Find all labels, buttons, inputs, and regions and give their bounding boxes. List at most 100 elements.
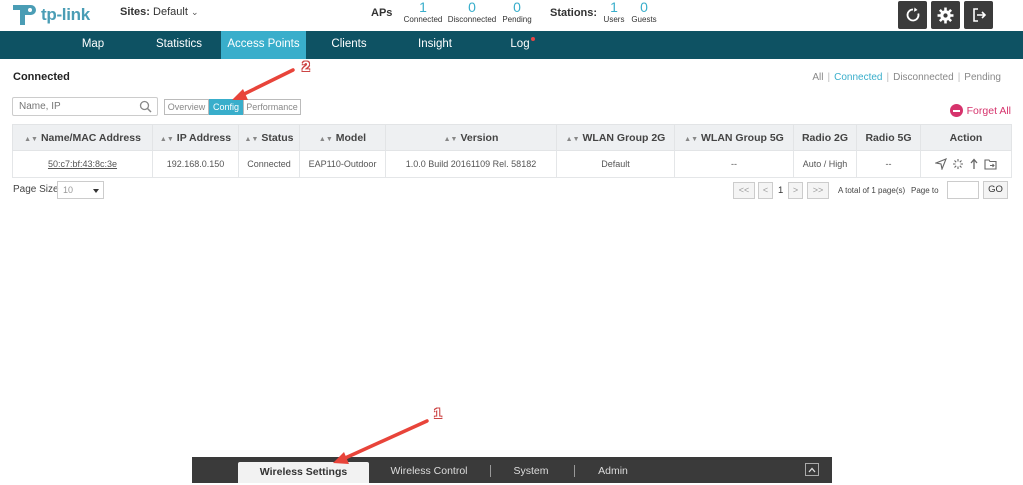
col-name-mac[interactable]: ▲▼ Name/MAC Address (12, 124, 153, 151)
col-status[interactable]: ▲▼ Status (238, 124, 300, 151)
tab-config[interactable]: Config (209, 99, 243, 115)
aps-pending-label: Pending (502, 15, 532, 24)
stations-users[interactable]: 1 Users (602, 0, 626, 25)
top-bar: tp-link Sites: Default ⌄ APs 1 Connected… (0, 0, 1023, 31)
aps-connected-count: 1 (419, 0, 427, 15)
guests-label: Guests (631, 15, 657, 24)
caret-down-icon (93, 189, 99, 193)
nav-insight[interactable]: Insight (408, 31, 462, 59)
status-filter: All | Connected | Disconnected | Pending (812, 72, 1001, 83)
search-input[interactable] (12, 97, 158, 116)
ap-radio-2g: Auto / High (793, 150, 857, 178)
page-size-label: Page Size (13, 184, 59, 195)
ap-radio-5g: -- (856, 150, 921, 178)
total-pages: A total of 1 page(s) (838, 186, 906, 195)
ap-status: Connected (238, 150, 300, 178)
refresh-icon (906, 7, 919, 22)
aps-disconnected[interactable]: 0 Disconnected (446, 0, 498, 25)
prev-page-button[interactable]: < (758, 182, 773, 199)
ap-wlan-5g: -- (674, 150, 794, 178)
sort-icon: ▲▼ (443, 135, 458, 143)
search-icon[interactable] (139, 100, 152, 113)
logout-icon (972, 8, 986, 22)
col-radio-2g: Radio 2G (793, 124, 857, 151)
tab-wireless-control[interactable]: Wireless Control (380, 457, 478, 483)
ap-version: 1.0.0 Build 20161109 Rel. 58182 (385, 150, 557, 178)
forget-all-label: Forget All (966, 104, 1011, 117)
aps-pending[interactable]: 0 Pending (500, 0, 534, 25)
ap-model: EAP110-Outdoor (299, 150, 386, 178)
table-row[interactable]: 50:c7:bf:43:8c:3e 192.168.0.150 Connecte… (12, 150, 1012, 178)
locate-icon[interactable] (935, 158, 947, 170)
col-wlan-5g[interactable]: ▲▼ WLAN Group 5G (674, 124, 794, 151)
log-notification-dot (531, 37, 535, 41)
settings-button[interactable] (931, 1, 960, 29)
stations-guests[interactable]: 0 Guests (630, 0, 658, 25)
ap-mac-link[interactable]: 50:c7:bf:43:8c:3e (48, 159, 117, 169)
sort-icon: ▲▼ (159, 135, 174, 143)
current-page: 1 (778, 185, 784, 196)
filter-connected[interactable]: Connected (834, 72, 882, 83)
annotation-arrow-2 (232, 68, 295, 100)
forget-all-button[interactable]: Forget All (949, 104, 1011, 117)
reboot-icon[interactable] (952, 158, 964, 170)
upgrade-icon[interactable] (969, 158, 979, 170)
tab-performance[interactable]: Performance (243, 99, 301, 115)
users-count: 1 (610, 0, 618, 15)
divider (490, 465, 491, 477)
next-page-button[interactable]: > (788, 182, 803, 199)
col-ip[interactable]: ▲▼ IP Address (152, 124, 239, 151)
guests-count: 0 (640, 0, 648, 15)
users-label: Users (603, 15, 625, 24)
refresh-button[interactable] (898, 1, 927, 29)
tab-wireless-settings[interactable]: Wireless Settings (238, 462, 369, 483)
nav-statistics[interactable]: Statistics (148, 31, 210, 59)
first-page-button[interactable]: << (733, 182, 755, 199)
aps-pending-count: 0 (513, 0, 521, 15)
nav-map[interactable]: Map (66, 31, 120, 59)
page-title: Connected (13, 71, 70, 83)
aps-disconnected-count: 0 (468, 0, 476, 15)
site-selector[interactable]: Sites: Default ⌄ (120, 6, 199, 18)
go-button[interactable]: GO (983, 181, 1008, 199)
tab-admin[interactable]: Admin (584, 457, 642, 483)
bottom-bar: Wireless Settings Wireless Control Syste… (192, 457, 832, 483)
brand-logo[interactable]: tp-link (11, 3, 90, 27)
page-to-input[interactable] (947, 181, 979, 199)
sort-icon: ▲▼ (24, 135, 38, 143)
access-points-table: ▲▼ Name/MAC Address ▲▼ IP Address ▲▼ Status… (12, 124, 1012, 178)
page-size-value: 10 (63, 185, 74, 195)
tab-system[interactable]: System (500, 457, 562, 483)
minus-circle-icon (949, 104, 963, 117)
filter-disconnected[interactable]: Disconnected (893, 72, 954, 83)
tab-overview[interactable]: Overview (164, 99, 209, 115)
logout-button[interactable] (964, 1, 993, 29)
ap-wlan-2g: Default (556, 150, 675, 178)
aps-connected-label: Connected (403, 15, 443, 24)
nav-clients[interactable]: Clients (322, 31, 376, 59)
col-model[interactable]: ▲▼ Model (299, 124, 386, 151)
ap-ip: 192.168.0.150 (152, 150, 239, 178)
aps-disconnected-label: Disconnected (447, 15, 497, 24)
divider (574, 465, 575, 477)
last-page-button[interactable]: >> (807, 182, 829, 199)
col-radio-5g: Radio 5G (856, 124, 921, 151)
collapse-button[interactable] (805, 463, 819, 476)
nav-access-points[interactable]: Access Points (221, 31, 306, 59)
col-version[interactable]: ▲▼ Version (385, 124, 557, 151)
page-to-label: Page to (911, 186, 939, 195)
aps-connected[interactable]: 1 Connected (402, 0, 444, 25)
sites-label: Sites: (120, 6, 150, 18)
nav-log[interactable]: Log (500, 31, 540, 59)
col-wlan-2g[interactable]: ▲▼ WLAN Group 2G (556, 124, 675, 151)
move-site-icon[interactable] (984, 158, 997, 170)
filter-all[interactable]: All (812, 72, 823, 83)
chevron-up-icon (808, 467, 816, 472)
page-size-select[interactable]: 10 (57, 181, 104, 199)
chevron-down-icon: ⌄ (190, 7, 199, 17)
sort-icon: ▲▼ (684, 135, 699, 143)
filter-pending[interactable]: Pending (964, 72, 1001, 83)
annotation-step-2: 2 (302, 58, 310, 74)
ap-actions (920, 150, 1012, 178)
tp-link-logo-icon (13, 5, 36, 25)
